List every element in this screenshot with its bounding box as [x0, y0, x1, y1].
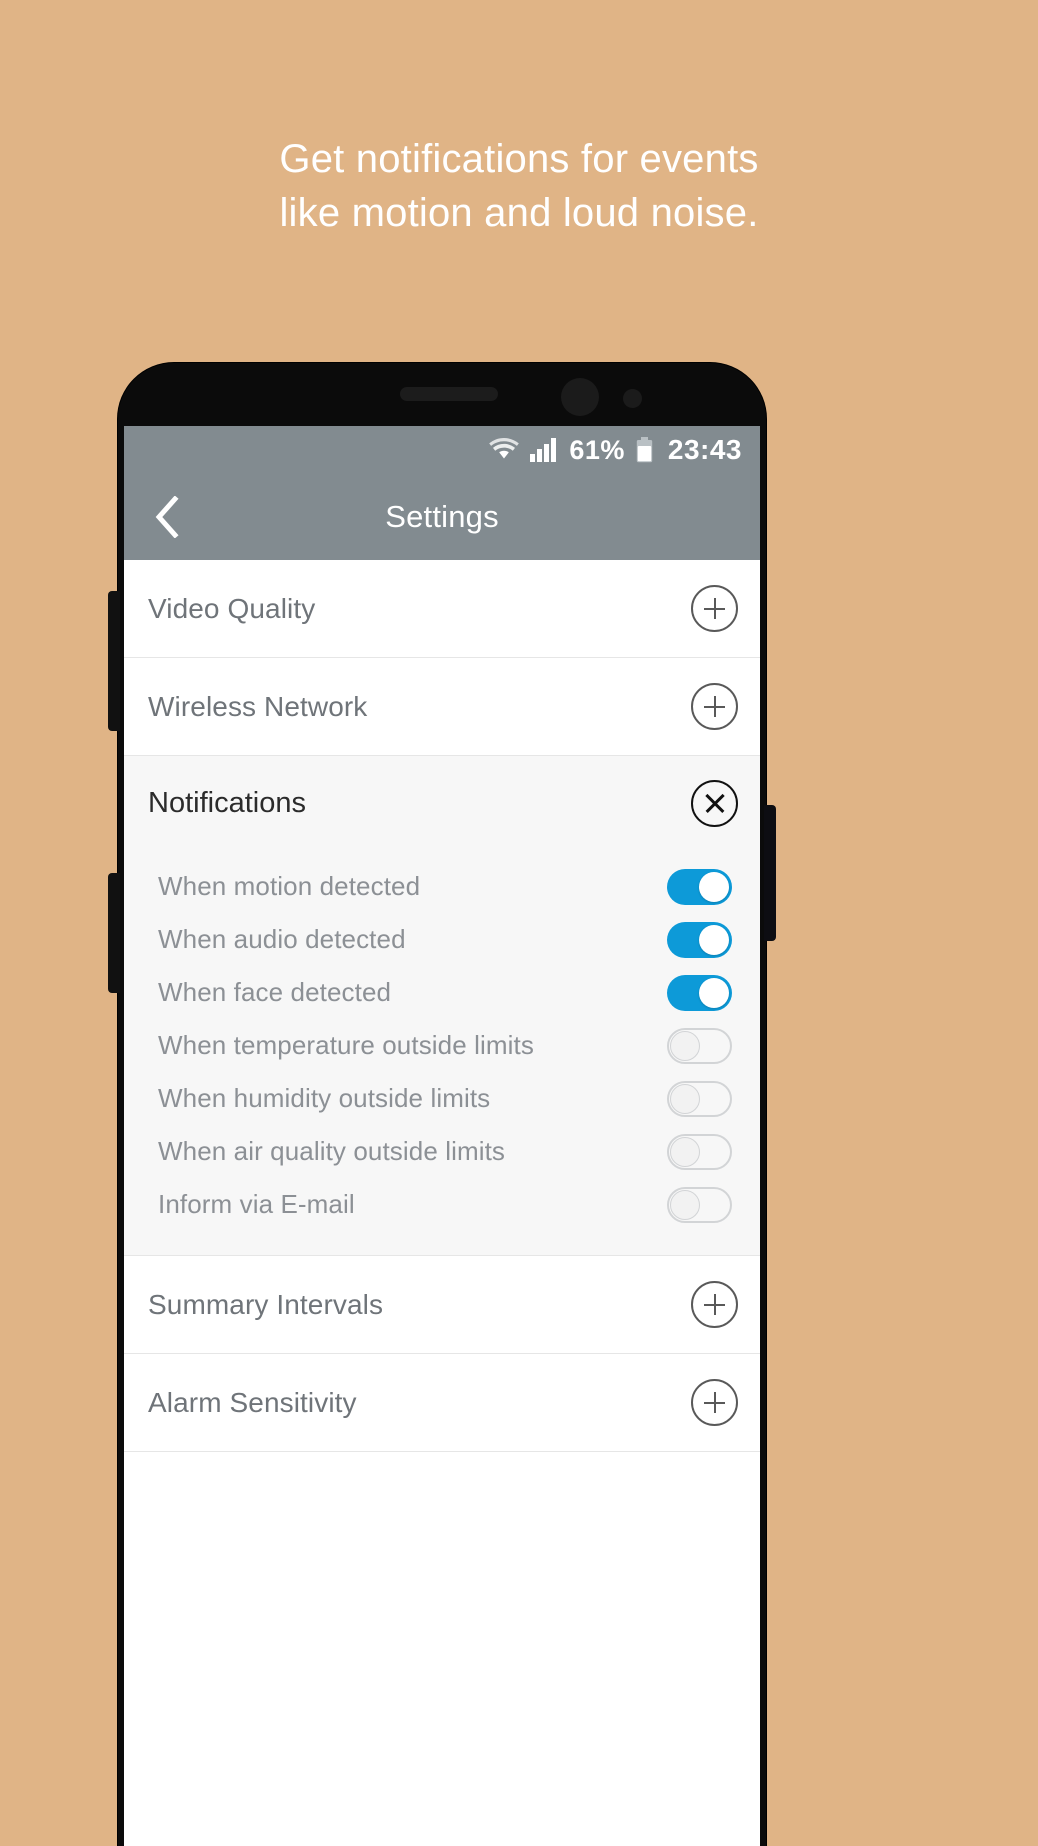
promo-headline-line-2: like motion and loud noise.: [279, 191, 759, 235]
page-title: Settings: [385, 499, 499, 534]
phone-screen: 61% 23:43 Settings Video Quality Wireles…: [124, 426, 760, 1846]
toggle-when-temperature-outside-limits[interactable]: [667, 1027, 732, 1064]
notification-label: When audio detected: [158, 924, 406, 954]
notification-label: When temperature outside limits: [158, 1030, 534, 1060]
toggle-when-humidity-outside-limits[interactable]: [667, 1080, 732, 1117]
settings-list: Video Quality Wireless Network Notificat…: [124, 560, 760, 1572]
battery-percent-label: 61%: [569, 434, 625, 465]
settings-row-label: Video Quality: [148, 592, 316, 624]
wifi-icon: [489, 438, 520, 462]
close-circle-icon[interactable]: [691, 779, 738, 827]
notification-label: When motion detected: [158, 871, 421, 901]
plus-circle-icon[interactable]: [691, 1379, 738, 1426]
notifications-section-title: Notifications: [148, 786, 306, 819]
toggle-when-face-detected[interactable]: [667, 974, 732, 1011]
notification-toggle-row: When face detected: [124, 966, 760, 1019]
notification-toggle-row: When audio detected: [124, 913, 760, 966]
notification-label: When humidity outside limits: [158, 1083, 491, 1113]
settings-row-label: Summary Intervals: [148, 1288, 384, 1320]
toggle-inform-via-email[interactable]: [667, 1186, 732, 1223]
back-button[interactable]: [148, 495, 186, 539]
notification-label: Inform via E-mail: [158, 1189, 355, 1219]
promo-headline-line-1: Get notifications for events: [279, 137, 759, 181]
toggle-knob: [670, 1083, 700, 1114]
notification-toggle-row: Inform via E-mail: [124, 1178, 760, 1231]
proximity-sensor: [623, 389, 642, 408]
battery-icon: [636, 437, 653, 463]
notifications-section: Notifications When motion detected When …: [124, 756, 760, 1256]
toggle-when-air-quality-outside-limits[interactable]: [667, 1133, 732, 1170]
notifications-section-body: When motion detected When audio detected…: [124, 850, 760, 1255]
list-bottom-filler: [124, 1452, 760, 1572]
plus-circle-icon[interactable]: [691, 683, 738, 730]
power-button[interactable]: [764, 805, 776, 941]
settings-row-wireless-network[interactable]: Wireless Network: [124, 658, 760, 756]
settings-row-summary-intervals[interactable]: Summary Intervals: [124, 1256, 760, 1354]
notification-label: When face detected: [158, 977, 392, 1007]
toggle-knob: [699, 977, 729, 1008]
toggle-knob: [699, 871, 729, 902]
settings-row-label: Wireless Network: [148, 690, 368, 722]
plus-circle-icon[interactable]: [691, 585, 738, 632]
status-bar: 61% 23:43: [124, 426, 760, 474]
notification-toggle-row: When humidity outside limits: [124, 1072, 760, 1125]
cellular-signal-icon: [530, 438, 558, 462]
toggle-knob: [670, 1030, 700, 1061]
promo-screenshot: Get notifications for events like motion…: [0, 0, 1038, 1846]
volume-down-button[interactable]: [108, 873, 120, 993]
earpiece-speaker: [400, 387, 498, 401]
notifications-section-header[interactable]: Notifications: [124, 756, 760, 850]
settings-row-video-quality[interactable]: Video Quality: [124, 560, 760, 658]
settings-row-alarm-sensitivity[interactable]: Alarm Sensitivity: [124, 1354, 760, 1452]
volume-up-button[interactable]: [108, 591, 120, 731]
front-camera: [561, 378, 599, 416]
notification-toggle-row: When temperature outside limits: [124, 1019, 760, 1072]
promo-headline: Get notifications for events like motion…: [0, 132, 1038, 240]
app-bar: Settings: [124, 474, 760, 560]
toggle-knob: [699, 924, 729, 955]
settings-row-label: Alarm Sensitivity: [148, 1386, 357, 1418]
toggle-when-audio-detected[interactable]: [667, 921, 732, 958]
plus-circle-icon[interactable]: [691, 1281, 738, 1328]
chevron-left-icon: [154, 496, 180, 538]
notification-label: When air quality outside limits: [158, 1136, 506, 1166]
toggle-knob: [670, 1136, 700, 1167]
status-bar-clock: 23:43: [667, 434, 742, 465]
toggle-when-motion-detected[interactable]: [667, 868, 732, 905]
notification-toggle-row: When motion detected: [124, 860, 760, 913]
phone-mockup: 61% 23:43 Settings Video Quality Wireles…: [108, 363, 776, 1846]
notification-toggle-row: When air quality outside limits: [124, 1125, 760, 1178]
toggle-knob: [670, 1189, 700, 1220]
